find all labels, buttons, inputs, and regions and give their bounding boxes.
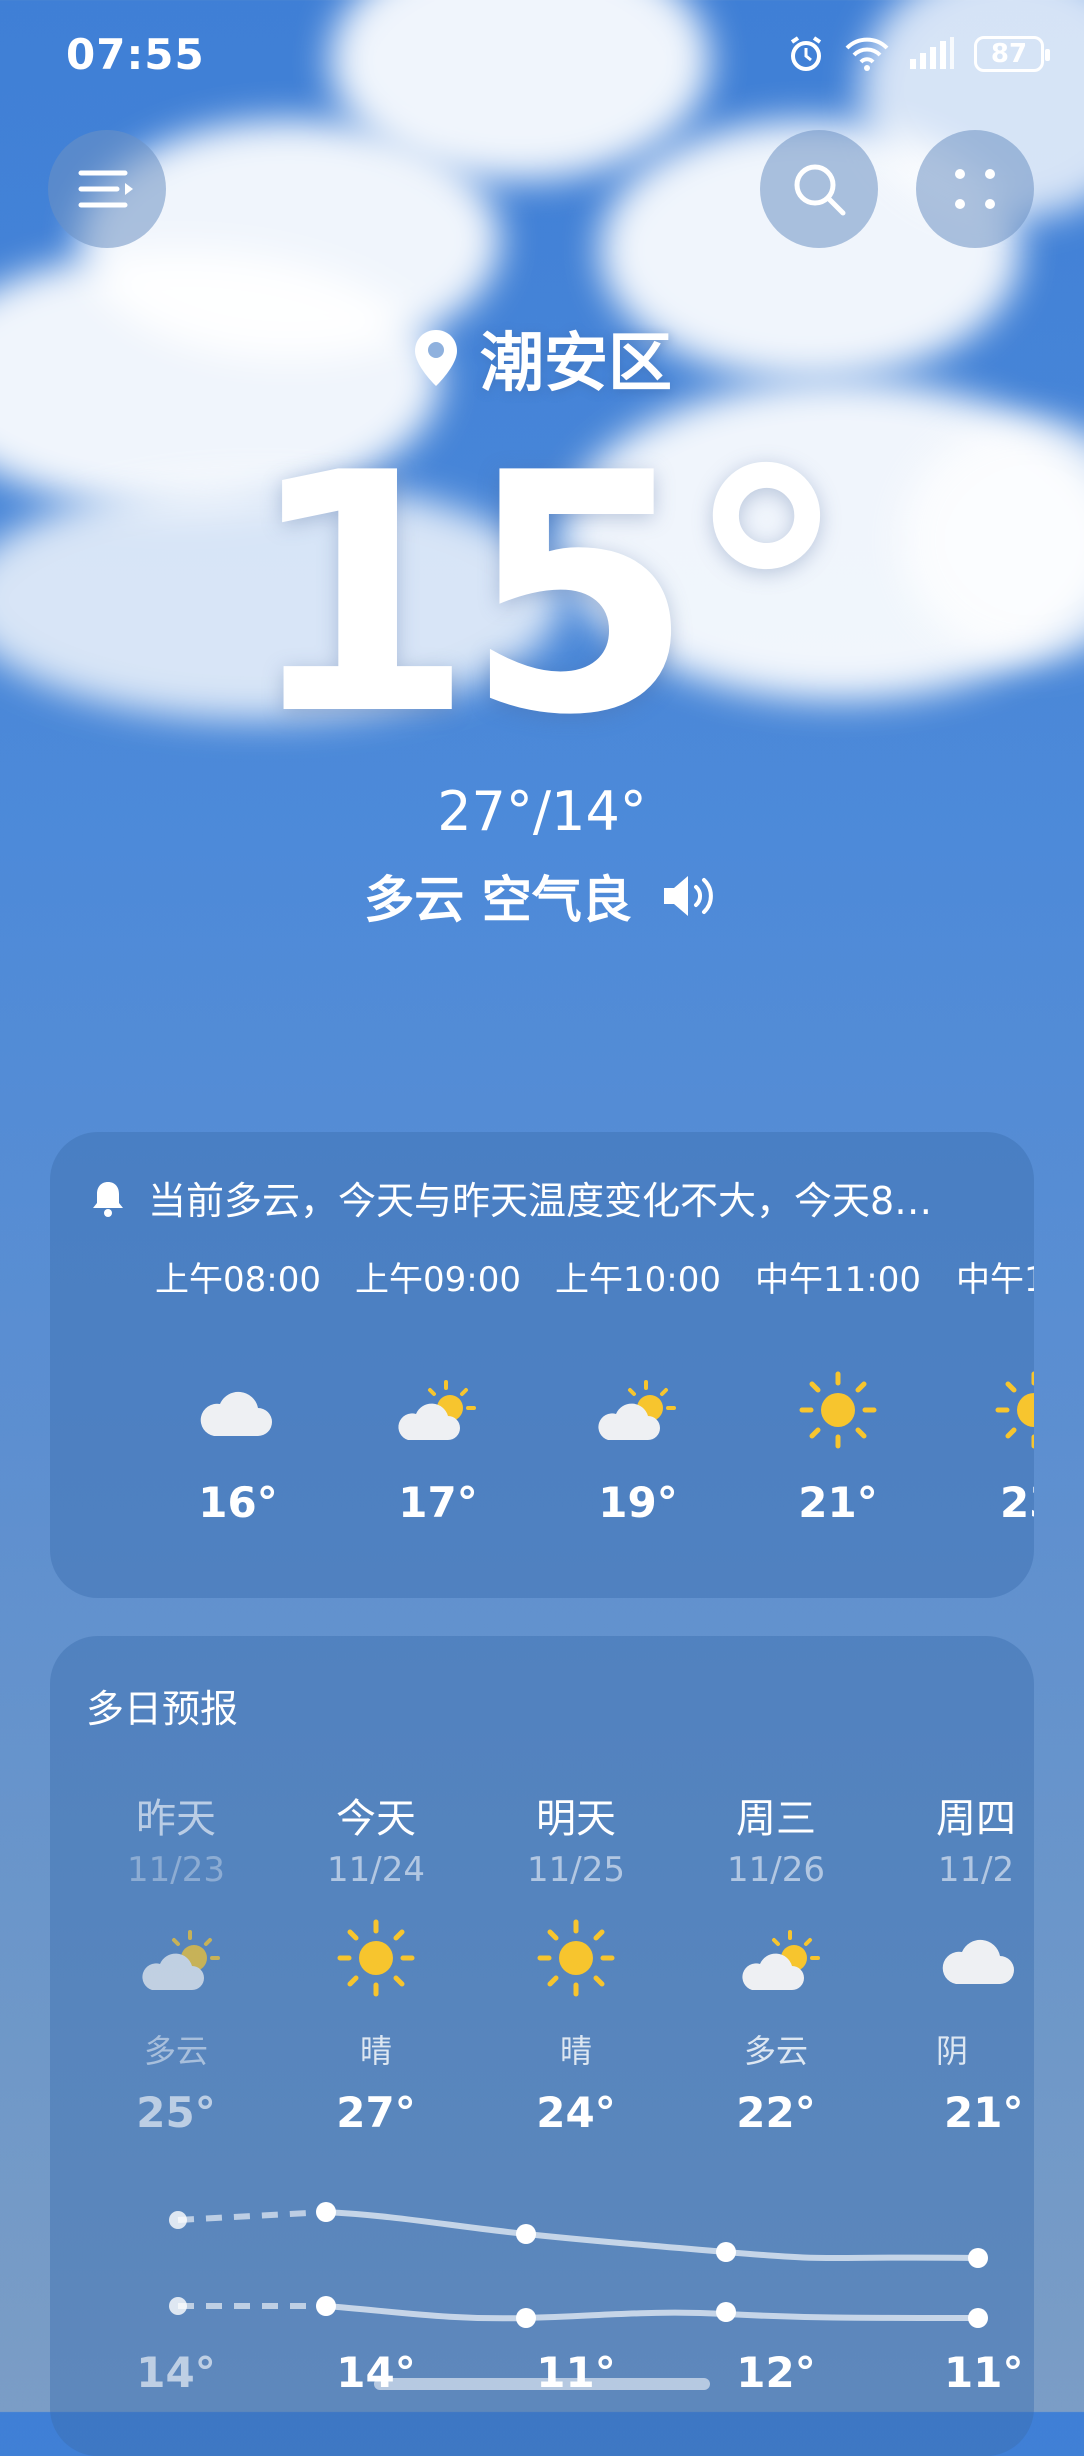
day-condition: 多云 [743,2032,808,2070]
day-name: 周三 [736,1796,816,1842]
status-time: 07:55 [66,30,205,79]
day-item[interactable]: 今天 11/24 [276,1786,476,1890]
day-item-partial[interactable]: 周四 11/2 [876,1786,1034,1890]
hour-label: 上午08:00 [155,1260,321,1300]
day-condition: 晴 [559,2032,592,2070]
day-high: 27° [336,2088,416,2137]
hour-label: 上午10:00 [555,1260,721,1300]
cloud-icon [942,1939,1014,1984]
day-date: 11/24 [327,1850,425,1890]
temperature-range: 27°/14° [437,780,647,843]
bell-icon [93,1181,123,1217]
signal-icon [910,37,954,69]
day-item[interactable]: 昨天 11/23 [76,1786,276,1890]
sun-icon [537,1919,615,1997]
status-bar: 07:55 87 [0,0,1084,110]
current-condition-row: 多云 空气良 [0,860,1084,932]
location-header[interactable]: 潮安区 [0,312,1084,404]
day-low: 14° [136,2348,216,2397]
sun-icon [995,1371,1034,1449]
section-title: 多日预报 [86,1687,239,1731]
day-condition: 阴 [936,2032,969,2070]
more-button[interactable] [916,130,1034,248]
hour-temp: 17° [398,1478,478,1527]
day-high: 25° [136,2088,216,2137]
day-date: 11/2 [937,1850,1015,1890]
day-item[interactable]: 周三 11/26 [676,1786,876,1890]
menu-button[interactable] [48,130,166,248]
location-pin-icon [415,330,457,386]
daily-forecast-card[interactable]: 多日预报 昨天 11/23 今天 11/24 明天 11/25 周三 11/26… [50,1636,1034,2456]
battery-indicator: 87 [974,36,1050,72]
hour-temp: 23 [1000,1478,1034,1527]
day-high: 22° [736,2088,816,2137]
speaker-icon[interactable] [660,873,720,919]
grid-dots-icon [955,169,995,209]
hourly-list[interactable]: 上午08:00 16° 上午09:00 17° 上午10:00 19° 中午11… [50,1252,1034,1582]
hour-temp: 19° [598,1478,678,1527]
hour-item-partial: 中午1 23 [910,1252,1034,1582]
hour-item: 上午09:00 [338,1252,538,1301]
sun-icon [799,1371,877,1449]
day-date: 11/25 [527,1850,625,1890]
day-item[interactable]: 明天 11/25 [476,1786,676,1890]
temperature-trend-chart [169,2202,988,2328]
home-indicator[interactable] [374,2378,710,2390]
hour-temp: 21° [798,1478,878,1527]
day-date: 11/26 [727,1850,825,1890]
sun-icon [337,1919,415,1997]
partly-sunny-icon [398,1380,476,1440]
search-button[interactable] [760,130,878,248]
day-name: 今天 [336,1796,416,1842]
hour-item: 中午11:00 [738,1252,938,1301]
current-condition: 多云 空气良 [364,871,632,929]
search-icon [794,164,846,216]
day-name: 昨天 [136,1796,216,1842]
current-temperature: 15° [244,403,849,787]
day-name: 周四 [936,1796,1016,1842]
day-high: 21° [944,2088,1024,2137]
hour-temp: 16° [198,1478,278,1527]
hour-item: 上午10:00 [538,1252,738,1301]
location-name: 潮安区 [480,327,672,401]
day-condition: 晴 [359,2032,392,2070]
hourly-forecast-card[interactable]: 当前多云，今天与昨天温度变化不大，今天8… 上午08:00 16° 上午09:0… [50,1132,1034,1598]
day-high: 24° [536,2088,616,2137]
weather-alert[interactable]: 当前多云，今天与昨天温度变化不大，今天8… [90,1170,1004,1225]
day-date: 11/23 [127,1850,225,1890]
alarm-icon [790,36,822,71]
hour-label: 上午09:00 [355,1260,521,1300]
wifi-icon [845,37,889,71]
alert-text: 当前多云，今天与昨天温度变化不大，今天8… [148,1179,933,1223]
hour-label: 中午1 [956,1260,1034,1300]
status-icons: 87 [786,34,1050,74]
hour-label: 中午11:00 [755,1260,921,1300]
menu-icon [78,170,133,208]
day-condition: 多云 [143,2032,208,2070]
partly-sunny-icon [598,1380,676,1440]
partly-sunny-icon [742,1930,820,1990]
hour-item: 上午08:00 [138,1252,338,1301]
day-name: 明天 [536,1796,616,1842]
day-low: 11° [944,2348,1024,2397]
partly-sunny-icon [142,1930,220,1990]
cloud-icon [200,1391,272,1436]
